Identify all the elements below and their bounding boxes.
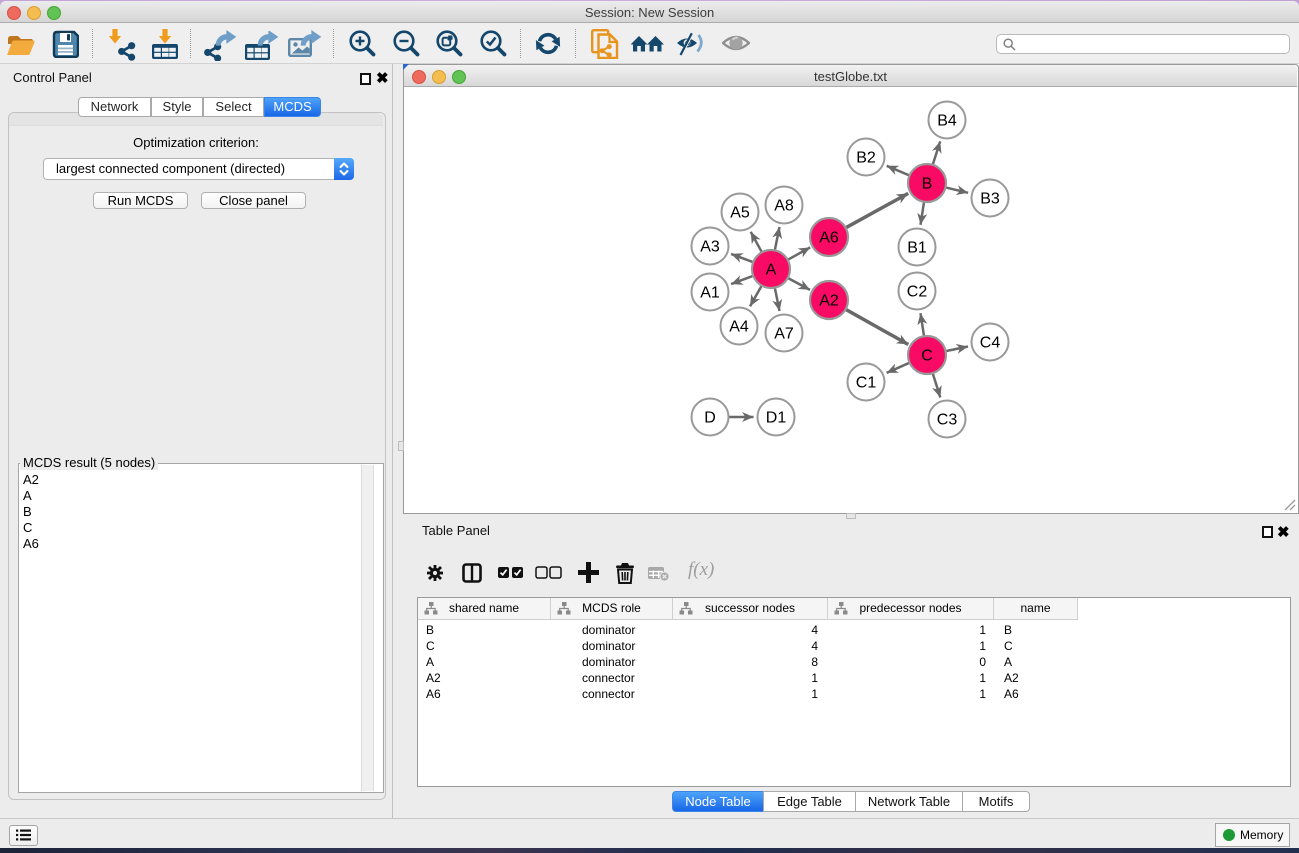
svg-text:D: D [704, 410, 716, 427]
svg-text:A3: A3 [700, 239, 720, 256]
svg-text:D1: D1 [766, 410, 787, 427]
svg-text:C3: C3 [937, 412, 958, 429]
svg-text:A: A [766, 262, 777, 279]
svg-text:A1: A1 [700, 285, 720, 302]
svg-text:B1: B1 [907, 240, 927, 257]
svg-text:A6: A6 [819, 230, 839, 247]
svg-text:A2: A2 [819, 293, 839, 310]
svg-text:A4: A4 [729, 319, 749, 336]
svg-text:C2: C2 [907, 284, 928, 301]
svg-text:B3: B3 [980, 191, 1000, 208]
svg-text:A5: A5 [730, 205, 750, 222]
svg-text:B2: B2 [856, 150, 876, 167]
svg-text:C4: C4 [980, 335, 1001, 352]
svg-text:C1: C1 [856, 375, 877, 392]
svg-text:B4: B4 [937, 113, 957, 130]
svg-text:C: C [921, 348, 933, 365]
svg-text:B: B [922, 176, 933, 193]
svg-text:A7: A7 [774, 326, 794, 343]
svg-text:A8: A8 [774, 198, 794, 215]
